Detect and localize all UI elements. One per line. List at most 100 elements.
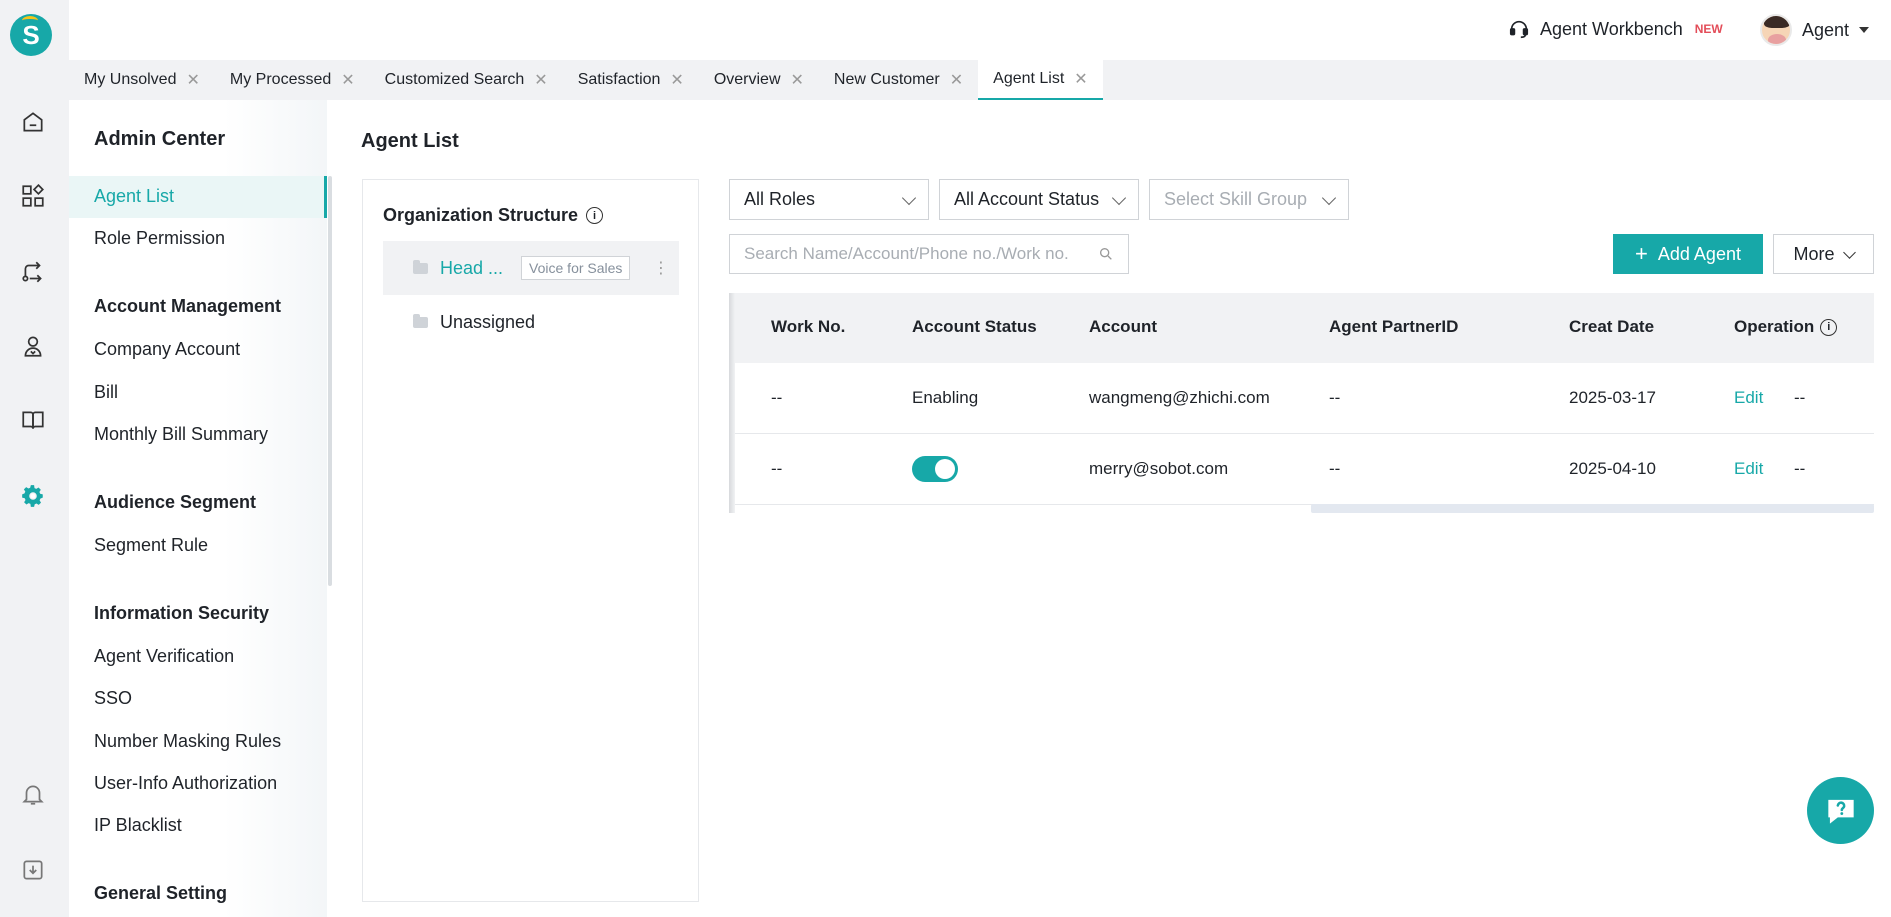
sidebar-item-agent-verification[interactable]: Agent Verification xyxy=(94,646,234,667)
headset-icon xyxy=(1509,20,1529,39)
tab-label: Overview xyxy=(713,71,781,88)
add-agent-button[interactable]: + Add Agent xyxy=(1613,234,1763,274)
more-vertical-icon[interactable]: ⋮ xyxy=(653,258,669,278)
routing-icon[interactable] xyxy=(19,258,47,286)
org-node-tag: Voice for Sales xyxy=(521,256,631,280)
cell-operation-extra: -- xyxy=(1794,459,1806,478)
sidebar-item-sso[interactable]: SSO xyxy=(94,688,132,709)
table-horizontal-scrollbar[interactable] xyxy=(1311,504,1874,513)
roles-select-value: All Roles xyxy=(744,189,816,209)
org-structure-title: Organization Structure i xyxy=(383,205,604,226)
app-logo[interactable]: S xyxy=(10,14,52,56)
folder-icon xyxy=(413,259,428,274)
cell-work-no: -- xyxy=(771,388,783,407)
sidebar-title: Admin Center xyxy=(94,128,226,150)
search-input[interactable] xyxy=(744,244,1084,264)
close-icon[interactable]: ✕ xyxy=(341,70,354,90)
knowledge-book-icon[interactable] xyxy=(19,406,47,434)
help-chat-icon xyxy=(1827,799,1854,824)
close-icon[interactable]: ✕ xyxy=(1074,69,1087,89)
close-icon[interactable]: ✕ xyxy=(950,70,963,90)
tab-satisfaction[interactable]: Satisfaction ✕ xyxy=(563,60,699,100)
apps-icon[interactable] xyxy=(19,182,47,210)
avatar xyxy=(1760,14,1792,46)
cell-work-no: -- xyxy=(771,459,783,478)
sidebar-scrollbar[interactable] xyxy=(328,176,332,586)
bell-icon[interactable] xyxy=(19,780,47,808)
header-partner-id: Agent PartnerID xyxy=(1329,317,1459,336)
tab-label: My Unsolved xyxy=(84,71,177,88)
search-field[interactable] xyxy=(729,234,1129,274)
skill-group-select[interactable]: Select Skill Group xyxy=(1149,179,1349,220)
header-create-date: Creat Date xyxy=(1569,317,1655,336)
org-structure-label: Organization Structure xyxy=(383,205,579,225)
download-icon[interactable] xyxy=(19,856,47,884)
org-node-label: Unassigned xyxy=(440,311,536,332)
org-node-label: Head ... xyxy=(440,257,504,278)
cell-partner-id: -- xyxy=(1329,459,1341,478)
tab-customized-search[interactable]: Customized Search ✕ xyxy=(370,60,563,100)
tab-new-customer[interactable]: New Customer ✕ xyxy=(819,60,978,100)
more-label: More xyxy=(1793,243,1835,264)
search-icon[interactable] xyxy=(1098,246,1114,262)
admin-sidebar: Admin Center Agent List Role Permission … xyxy=(69,100,332,917)
cell-account: merry@sobot.com xyxy=(1089,459,1229,478)
sidebar-group-account-management: Account Management xyxy=(94,296,282,316)
tab-my-unsolved[interactable]: My Unsolved ✕ xyxy=(69,60,215,100)
tab-label: New Customer xyxy=(833,71,940,88)
agent-icon[interactable] xyxy=(19,332,47,360)
tab-label: Customized Search xyxy=(384,71,525,88)
header-work-no: Work No. xyxy=(771,317,846,336)
close-icon[interactable]: ✕ xyxy=(186,70,199,90)
more-button[interactable]: More xyxy=(1773,234,1874,274)
sidebar-item-number-masking-rules[interactable]: Number Masking Rules xyxy=(94,731,281,752)
info-icon[interactable]: i xyxy=(586,207,604,224)
close-icon[interactable]: ✕ xyxy=(670,70,683,90)
org-structure-panel: Organization Structure i Head ... Voice … xyxy=(362,179,699,902)
sidebar-item-ip-blacklist[interactable]: IP Blacklist xyxy=(94,815,182,836)
tab-label: Satisfaction xyxy=(577,71,661,88)
info-icon[interactable]: i xyxy=(1820,318,1838,336)
sidebar-item-segment-rule[interactable]: Segment Rule xyxy=(94,535,208,556)
org-node-unassigned[interactable]: Unassigned xyxy=(383,295,679,349)
sidebar-item-bill[interactable]: Bill xyxy=(94,382,118,403)
table-row: -- Enabling wangmeng@zhichi.com -- 2025-… xyxy=(729,363,1874,434)
user-menu[interactable]: Agent xyxy=(1760,14,1870,46)
help-button[interactable] xyxy=(1807,777,1874,844)
fixed-column-shadow xyxy=(729,293,735,513)
plus-icon: + xyxy=(1635,241,1648,266)
tab-my-processed[interactable]: My Processed ✕ xyxy=(215,60,370,100)
home-icon[interactable] xyxy=(19,108,47,136)
sidebar-item-company-account[interactable]: Company Account xyxy=(94,339,240,360)
tab-bar: My Unsolved ✕ My Processed ✕ Customized Se… xyxy=(69,60,1891,100)
close-icon[interactable]: ✕ xyxy=(791,70,804,90)
settings-gear-icon[interactable] xyxy=(19,482,47,510)
sidebar-item-agent-list[interactable]: Agent List xyxy=(94,186,174,207)
account-status-select[interactable]: All Account Status xyxy=(939,179,1139,220)
add-agent-label: Add Agent xyxy=(1657,243,1741,264)
edit-link[interactable]: Edit xyxy=(1734,459,1763,479)
close-icon[interactable]: ✕ xyxy=(534,70,547,90)
tab-overview[interactable]: Overview ✕ xyxy=(699,60,819,100)
edit-link[interactable]: Edit xyxy=(1734,388,1763,408)
sidebar-group-general-setting: General Setting xyxy=(94,883,228,903)
sidebar-item-user-info-authorization[interactable]: User-Info Authorization xyxy=(94,773,277,794)
roles-select[interactable]: All Roles xyxy=(729,179,929,220)
chevron-down-icon xyxy=(1859,27,1870,33)
tab-agent-list[interactable]: Agent List ✕ xyxy=(978,60,1103,100)
org-node-head[interactable]: Head ... Voice for Sales ⋮ xyxy=(383,241,679,295)
cell-operation-extra: -- xyxy=(1794,388,1806,407)
chevron-down-icon xyxy=(1321,190,1337,206)
header-account: Account xyxy=(1089,317,1157,336)
cell-account-status: Enabling xyxy=(912,388,979,407)
cell-partner-id: -- xyxy=(1329,388,1341,407)
header-operation: Operation i xyxy=(1734,317,1838,337)
chevron-down-icon xyxy=(901,190,917,206)
agent-workbench-link[interactable]: Agent Workbench NEW xyxy=(1508,18,1723,40)
sidebar-item-monthly-bill-summary[interactable]: Monthly Bill Summary xyxy=(94,424,268,445)
account-status-toggle[interactable] xyxy=(912,456,958,482)
user-name: Agent xyxy=(1802,19,1850,40)
skill-group-placeholder: Select Skill Group xyxy=(1164,189,1308,209)
sidebar-item-role-permission[interactable]: Role Permission xyxy=(94,228,225,249)
new-badge: NEW xyxy=(1694,22,1723,36)
